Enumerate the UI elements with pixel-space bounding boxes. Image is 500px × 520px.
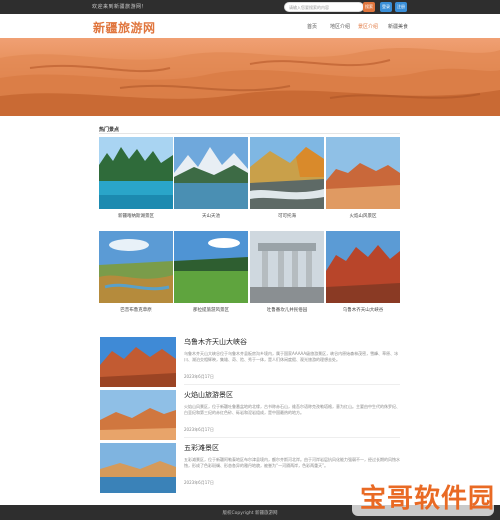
attraction-card[interactable]: 乌鲁木齐天山大峡谷 (326, 231, 400, 319)
welcome-text: 欢迎来到新疆旅游网！ (92, 4, 148, 10)
article-title[interactable]: 火焰山旅游景区 (184, 390, 233, 400)
attraction-card[interactable]: 新疆喀纳斯湖景区 (99, 137, 173, 225)
attraction-image (99, 137, 173, 209)
search-button[interactable]: 搜索 (363, 2, 375, 12)
watermark: 宝哥软件园 (352, 474, 494, 516)
article-title[interactable]: 五彩滩景区 (184, 443, 219, 453)
section-title: 热门景点 (99, 127, 120, 133)
attraction-card[interactable]: 那拉提旅游风景区 (174, 231, 248, 319)
article-excerpt: 火焰山风景区，位于新疆吐鲁番盆地的北缘，古书称赤石山，维吾尔语称克孜勒塔格，意为… (184, 404, 400, 415)
attraction-image (326, 231, 400, 303)
attraction-image (99, 231, 173, 303)
article-excerpt: 五彩滩景区，位于新疆阿勒泰地区布尔津县境内，额尔齐斯河北岸。由于河岸岩层抗风化能… (184, 457, 400, 468)
article-divider (184, 437, 400, 438)
search-input[interactable]: 请输入您要搜索的内容 (284, 2, 364, 12)
attraction-image (250, 137, 324, 209)
nav-item-attractions[interactable]: 景区介绍 (358, 23, 378, 30)
watermark-text: 宝哥软件园 (360, 484, 496, 514)
section-divider (99, 133, 400, 134)
article-thumbnail[interactable] (100, 390, 176, 440)
attraction-caption: 可可托海 (278, 214, 296, 219)
attraction-caption: 吐鲁番坎儿井民俗园 (266, 308, 308, 313)
site-logo[interactable]: 新疆旅游网 (93, 19, 156, 36)
attraction-card[interactable]: 火焰山风景区 (326, 137, 400, 225)
attraction-card[interactable]: 天山天池 (174, 137, 248, 225)
attraction-caption: 乌鲁木齐天山大峡谷 (342, 308, 384, 313)
attraction-image (326, 137, 400, 209)
article-date: 2023年6月17日 (184, 480, 214, 485)
article-excerpt: 乌鲁木齐天山大峡谷位于乌鲁木齐县板房沟乡境内，属于国家AAAAA级旅游景区，峡谷… (184, 351, 399, 362)
nav-item-home[interactable]: 首页 (307, 23, 317, 30)
attraction-caption: 那拉提旅游风景区 (193, 308, 229, 313)
register-button[interactable]: 注册 (395, 2, 407, 12)
attraction-image (174, 231, 248, 303)
attraction-caption: 巴音布鲁克草原 (120, 308, 152, 313)
hero-banner (0, 38, 500, 116)
attraction-card[interactable]: 可可托海 (250, 137, 324, 225)
article-title[interactable]: 乌鲁木齐天山大峡谷 (184, 337, 247, 347)
attraction-caption: 火焰山风景区 (349, 214, 377, 219)
nav-item-food[interactable]: 新疆美食 (388, 23, 408, 30)
article-date: 2023年6月17日 (184, 374, 214, 379)
nav-item-regions[interactable]: 地区介绍 (330, 23, 350, 30)
attraction-image (250, 231, 324, 303)
attraction-image (174, 137, 248, 209)
desert-dunes-image (0, 48, 500, 116)
attraction-caption: 新疆喀纳斯湖景区 (118, 214, 154, 219)
attraction-card[interactable]: 吐鲁番坎儿井民俗园 (250, 231, 324, 319)
article-thumbnail[interactable] (100, 337, 176, 387)
article-divider (184, 384, 400, 385)
attraction-card[interactable]: 巴音布鲁克草原 (99, 231, 173, 319)
login-button[interactable]: 登录 (380, 2, 392, 12)
article-thumbnail[interactable] (100, 443, 176, 493)
main-nav: 新疆旅游网 首页 地区介绍 景区介绍 新疆美食 (0, 14, 500, 38)
top-bar: 欢迎来到新疆旅游网！ 请输入您要搜索的内容 搜索 登录 注册 (0, 0, 500, 14)
article-date: 2023年6月17日 (184, 427, 214, 432)
attraction-caption: 天山天池 (202, 214, 220, 219)
